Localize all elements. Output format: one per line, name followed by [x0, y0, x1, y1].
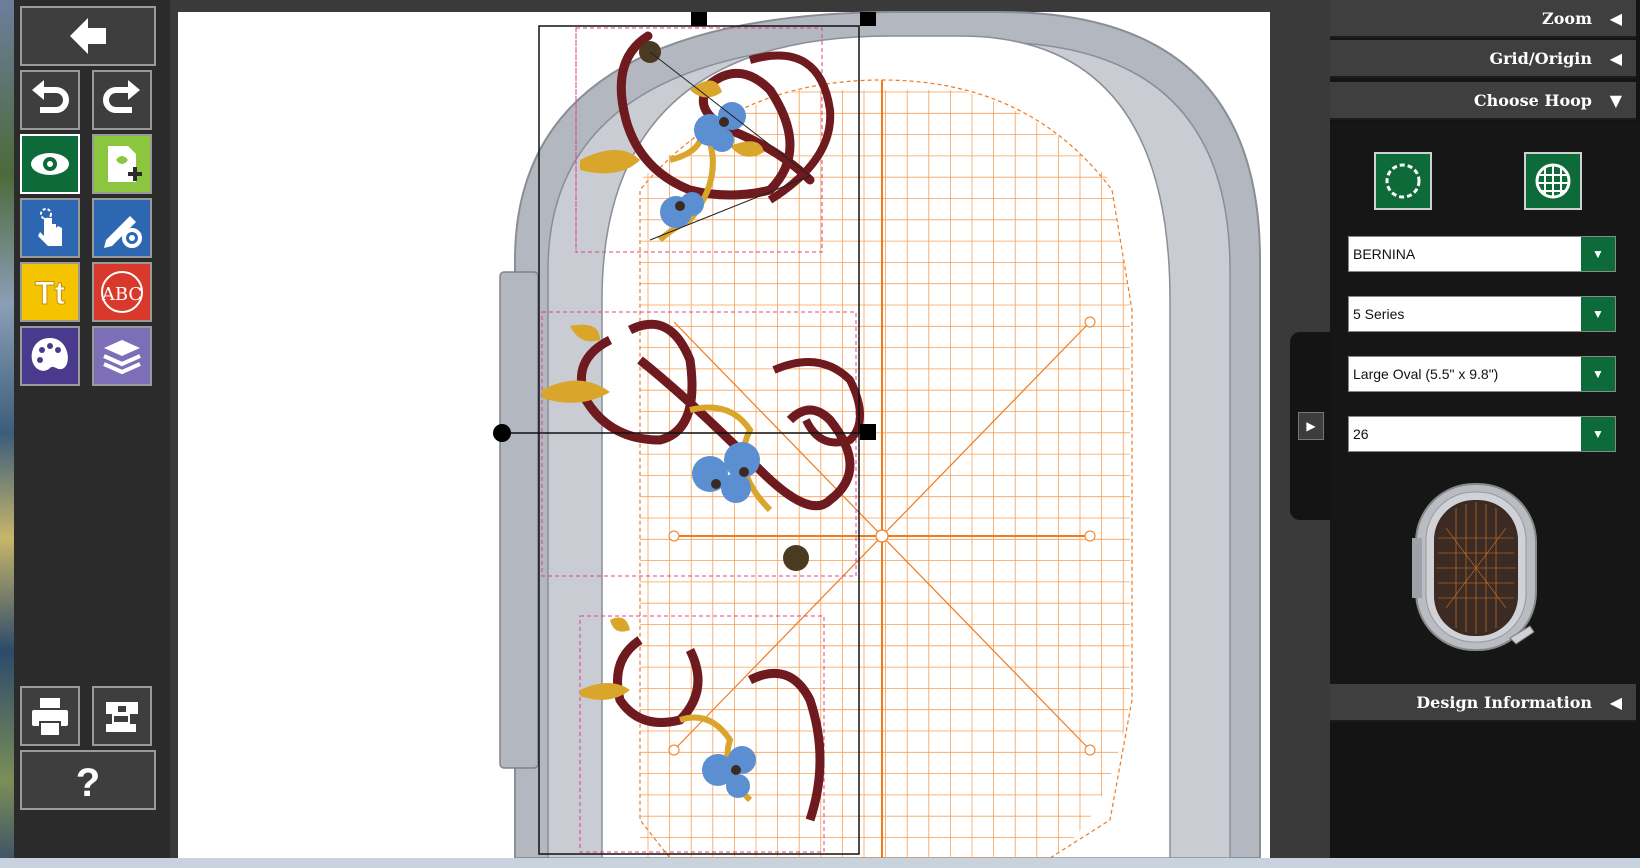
- select-button[interactable]: [20, 198, 80, 258]
- hoop-circle-button[interactable]: [1374, 152, 1432, 210]
- hoop-number-dropdown[interactable]: 26 ▼: [1348, 416, 1616, 452]
- hoop-opening: [601, 35, 1171, 858]
- hoop-grid-icon: [1535, 163, 1571, 199]
- choose-hoop-header[interactable]: Choose Hoop ▼: [1330, 82, 1636, 120]
- hoop-circle-icon: [1385, 163, 1421, 199]
- triangle-down-icon: ▼: [1609, 90, 1622, 110]
- workspace-drawing: [178, 11, 1270, 858]
- resize-handle-top-right: [860, 12, 876, 26]
- layers-icon: [103, 340, 141, 375]
- hoop-number-value: 26: [1353, 426, 1369, 442]
- add-design-icon: [108, 146, 142, 182]
- svg-text:Tt: Tt: [35, 275, 66, 311]
- panel-collapse-tab: ▶: [1290, 332, 1332, 520]
- sewing-machine-icon: [106, 702, 138, 732]
- triangle-left-icon: ◀: [1609, 8, 1622, 28]
- layers-button[interactable]: [92, 326, 152, 386]
- left-toolbar: Tt ABC ?: [14, 0, 170, 858]
- eye-icon: [31, 153, 69, 175]
- taskbar-strip: [0, 858, 1640, 868]
- grid-center-handle: [875, 529, 889, 543]
- chevron-down-icon[interactable]: ▼: [1581, 417, 1615, 451]
- zoom-label: Zoom: [1542, 8, 1592, 28]
- choose-hoop-label: Choose Hoop: [1473, 90, 1592, 110]
- chevron-down-icon[interactable]: ▼: [1581, 297, 1615, 331]
- hoop-grid-button[interactable]: [1524, 152, 1582, 210]
- desktop-background-strip: [0, 0, 14, 868]
- resize-handle-top-left: [691, 12, 707, 26]
- print-button[interactable]: [20, 686, 80, 746]
- brand-value: BERNINA: [1353, 246, 1416, 262]
- right-panel: Zoom ◀ Grid/Origin ◀ Choose Hoop ▼ BERNI…: [1330, 0, 1640, 858]
- edit-tools-icon: [104, 216, 142, 248]
- svg-text:ABC: ABC: [101, 284, 142, 305]
- brand-dropdown[interactable]: BERNINA ▼: [1348, 236, 1616, 272]
- zoom-header[interactable]: Zoom ◀: [1330, 0, 1636, 38]
- monogram-button[interactable]: ABC: [92, 262, 152, 322]
- triangle-right-icon: ▶: [1306, 419, 1316, 433]
- redo-button[interactable]: [92, 70, 152, 130]
- monogram-abc-icon: ABC: [101, 271, 143, 313]
- palette-icon: [31, 338, 68, 371]
- back-arrow-icon: [70, 18, 106, 54]
- help-icon: ?: [76, 761, 100, 802]
- undo-button[interactable]: [20, 70, 80, 130]
- print-icon: [32, 698, 68, 737]
- text-tt-icon: Tt: [34, 275, 66, 312]
- collapse-panel-button[interactable]: ▶: [1298, 412, 1324, 440]
- back-button[interactable]: [20, 6, 156, 66]
- text-button[interactable]: Tt: [20, 262, 80, 322]
- hoop-preview: [1412, 483, 1537, 651]
- triangle-left-icon: ◀: [1609, 48, 1622, 68]
- view-button[interactable]: [20, 134, 80, 194]
- grid-origin-header[interactable]: Grid/Origin ◀: [1330, 40, 1636, 78]
- grid-origin-label: Grid/Origin: [1489, 48, 1592, 68]
- undo-icon: [32, 80, 69, 113]
- series-value: 5 Series: [1353, 306, 1405, 322]
- edit-tools-button[interactable]: [92, 198, 152, 258]
- resize-handle-right: [860, 424, 876, 440]
- design-information-label: Design Information: [1416, 692, 1592, 712]
- svg-text:?: ?: [76, 761, 100, 802]
- touch-select-icon: [38, 208, 62, 246]
- hoop-value: Large Oval (5.5" x 9.8"): [1353, 366, 1499, 382]
- redo-icon: [103, 80, 140, 113]
- color-palette-button[interactable]: [20, 326, 80, 386]
- design-information-header[interactable]: Design Information ◀: [1330, 684, 1636, 722]
- rotate-handle: [493, 424, 511, 442]
- triangle-left-icon: ◀: [1609, 692, 1622, 712]
- send-to-machine-button[interactable]: [92, 686, 152, 746]
- chevron-down-icon[interactable]: ▼: [1581, 237, 1615, 271]
- hoop-dropdown[interactable]: Large Oval (5.5" x 9.8") ▼: [1348, 356, 1616, 392]
- embroidery-canvas[interactable]: [170, 0, 1330, 858]
- hoop-clamp: [499, 271, 539, 769]
- add-design-button[interactable]: [92, 134, 152, 194]
- help-button[interactable]: ?: [20, 750, 156, 810]
- choose-hoop-section: BERNINA ▼ 5 Series ▼ Large Oval (5.5" x …: [1330, 124, 1640, 684]
- chevron-down-icon[interactable]: ▼: [1581, 357, 1615, 391]
- series-dropdown[interactable]: 5 Series ▼: [1348, 296, 1616, 332]
